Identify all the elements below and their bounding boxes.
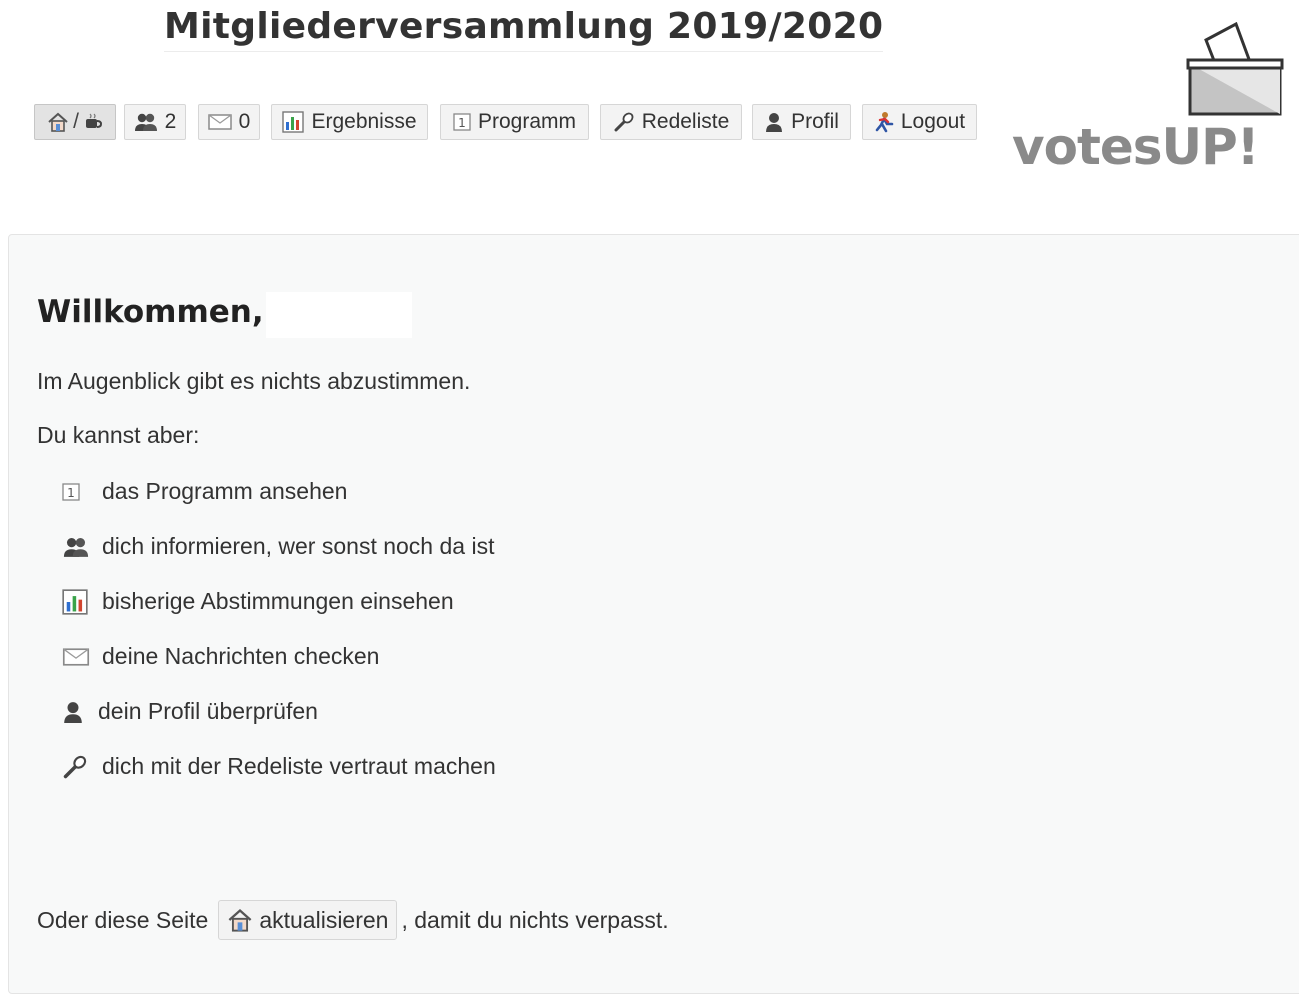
svg-text:1: 1 xyxy=(458,116,466,130)
profile-label: Profil xyxy=(791,110,839,133)
refresh-suffix: , damit du nichts verpasst. xyxy=(401,906,669,933)
envelope-icon xyxy=(62,647,94,667)
refresh-button[interactable]: aktualisieren xyxy=(218,900,398,940)
list-item: dich informieren, wer sonst noch da ist xyxy=(62,533,494,560)
profile-button[interactable]: Profil xyxy=(752,104,851,140)
people-icon xyxy=(134,112,158,132)
svg-text:1: 1 xyxy=(67,486,75,500)
welcome-heading: Willkommen, xyxy=(37,294,264,330)
microphone-icon xyxy=(62,754,94,780)
speakers-list-label: Redeliste xyxy=(641,110,730,133)
logo-text: votesUP! xyxy=(1012,118,1260,176)
logout-label: Logout xyxy=(900,110,966,133)
page-title: Mitgliederversammlung 2019/2020 xyxy=(164,6,884,52)
person-icon xyxy=(62,699,90,725)
votesup-logo: votesUP! xyxy=(1012,22,1299,182)
list-item-label: dein Profil überprüfen xyxy=(98,698,318,724)
program-label: Programm xyxy=(477,110,577,133)
options-intro: Du kannst aber: xyxy=(37,422,200,448)
list-item-label: dich mit der Redeliste vertraut machen xyxy=(102,753,496,779)
results-button[interactable]: Ergebnisse xyxy=(271,104,428,140)
refresh-prefix: Oder diese Seite xyxy=(37,906,209,933)
no-votes-message: Im Augenblick gibt es nichts abzustimmen… xyxy=(37,368,471,394)
numbered-list-icon: 1 xyxy=(62,482,94,501)
people-icon xyxy=(62,536,94,558)
person-icon xyxy=(764,111,784,133)
list-item-label: das Programm ansehen xyxy=(102,478,348,504)
home-button[interactable]: / xyxy=(34,104,116,140)
numbered-list-icon: 1 xyxy=(453,113,471,131)
results-label: Ergebnisse xyxy=(311,110,417,133)
nav-separator: / xyxy=(73,110,79,133)
running-person-icon xyxy=(874,111,894,133)
ballot-box-icon xyxy=(1186,22,1284,116)
list-item: dich mit der Redeliste vertraut machen xyxy=(62,753,496,780)
participants-count: 2 xyxy=(164,110,177,133)
messages-button[interactable]: 0 xyxy=(198,104,260,140)
messages-count: 0 xyxy=(238,110,251,133)
microphone-icon xyxy=(613,111,635,133)
participants-button[interactable]: 2 xyxy=(124,104,186,140)
list-item: deine Nachrichten checken xyxy=(62,643,379,670)
speakers-list-button[interactable]: Redeliste xyxy=(600,104,742,140)
list-item-label: bisherige Abstimmungen einsehen xyxy=(102,588,454,614)
house-icon xyxy=(47,111,69,133)
list-item: bisherige Abstimmungen einsehen xyxy=(62,588,454,615)
house-icon xyxy=(227,907,253,933)
refresh-line: Oder diese Seite aktualisieren , damit d… xyxy=(37,900,669,940)
list-item: 1 das Programm ansehen xyxy=(62,478,347,505)
list-item-label: dich informieren, wer sonst noch da ist xyxy=(102,533,495,559)
refresh-button-label: aktualisieren xyxy=(259,906,389,933)
envelope-icon xyxy=(207,113,232,131)
user-name-redacted xyxy=(266,292,412,338)
list-item-label: deine Nachrichten checken xyxy=(102,643,380,669)
program-button[interactable]: 1 Programm xyxy=(440,104,589,140)
bar-chart-icon xyxy=(62,588,94,615)
list-item: dein Profil überprüfen xyxy=(62,698,318,725)
bar-chart-icon xyxy=(282,111,305,133)
logout-button[interactable]: Logout xyxy=(862,104,977,140)
cup-icon xyxy=(83,112,103,132)
